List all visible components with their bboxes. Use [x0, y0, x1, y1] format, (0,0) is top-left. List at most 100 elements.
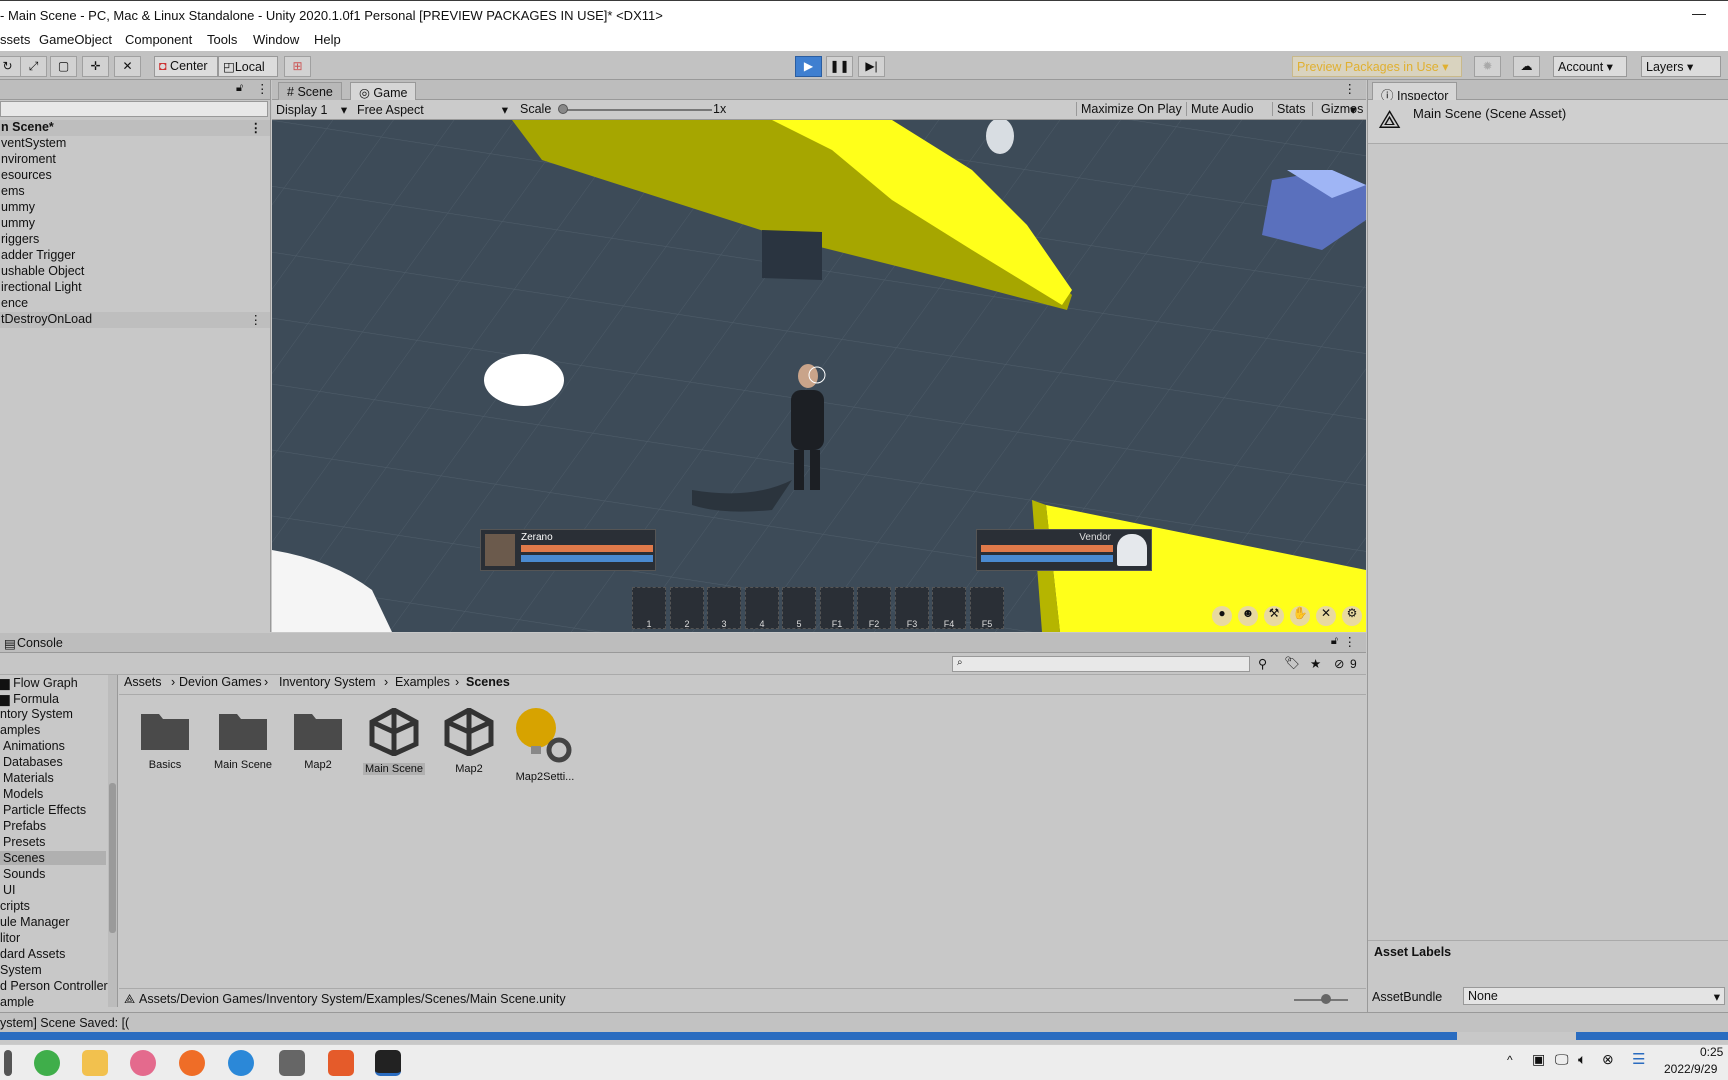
project-search-input[interactable]: ⌕ [952, 656, 1250, 672]
preview-packages-dropdown[interactable]: Preview Packages in Use ▾ [1292, 56, 1462, 77]
skills-icon[interactable]: ✋ [1290, 606, 1310, 626]
pause-button[interactable]: ❚❚ [826, 56, 853, 77]
filter-by-type-icon[interactable]: ⚲ [1258, 656, 1267, 671]
status-message[interactable]: ystem] Scene Saved: [( [0, 1016, 129, 1030]
action-slot[interactable]: F1 [820, 587, 854, 629]
hierarchy-item[interactable]: ummy [0, 200, 270, 216]
hierarchy-item[interactable]: ems [0, 184, 270, 200]
maximize-on-play-toggle[interactable]: Maximize On Play [1076, 102, 1182, 116]
asset-item[interactable]: Map2 [282, 708, 354, 771]
tab-game[interactable]: ◎ Game [350, 82, 417, 101]
tree-item[interactable]: ▆ Flow Graph [0, 675, 78, 690]
network-icon[interactable]: 🖵︎ [1555, 1051, 1569, 1068]
start-icon[interactable] [4, 1050, 12, 1076]
tree-item[interactable]: cripts [0, 899, 30, 913]
step-button[interactable]: ▶| [858, 56, 885, 77]
stats-toggle[interactable]: Stats [1272, 102, 1306, 116]
hierarchy-item[interactable]: irectional Light [0, 280, 270, 296]
scale-tool-icon[interactable]: ⤢ [20, 56, 47, 77]
hierarchy-dontdestroy-row[interactable]: tDestroyOnLoad ⋮ [0, 312, 270, 328]
hierarchy-item[interactable]: ushable Object [0, 264, 270, 280]
breadcrumb-item[interactable]: Assets [124, 675, 162, 689]
action-slot[interactable]: F4 [932, 587, 966, 629]
tree-item[interactable]: Models [0, 787, 43, 801]
clock-time[interactable]: 0:25 [1700, 1045, 1723, 1059]
action-slot[interactable]: F3 [895, 587, 929, 629]
action-slot[interactable]: 4 [745, 587, 779, 629]
favorites-star-icon[interactable]: ★ [1310, 656, 1321, 671]
presentation-icon[interactable] [328, 1050, 354, 1076]
close-icon[interactable]: ✕ [1316, 606, 1336, 626]
action-slot[interactable]: 2 [670, 587, 704, 629]
filter-by-label-icon[interactable]: 🏷︎ [1284, 656, 1300, 671]
hierarchy-item[interactable]: adder Trigger [0, 248, 270, 264]
tree-item[interactable]: ▆ Formula [0, 691, 59, 706]
tray-chevron-icon[interactable]: ^ [1507, 1053, 1513, 1067]
menu-gameobject[interactable]: GameObject [39, 32, 112, 47]
tree-item[interactable]: Prefabs [0, 819, 46, 833]
custom-tool-icon[interactable]: ✕ [114, 56, 141, 77]
file-explorer-icon[interactable] [82, 1050, 108, 1076]
asset-item-selected[interactable]: Main Scene [358, 707, 430, 775]
unity-editor-icon[interactable] [375, 1050, 401, 1076]
unity-hub-icon[interactable] [279, 1050, 305, 1076]
hidden-packages-icon[interactable]: ⊘ [1334, 656, 1344, 671]
tree-item[interactable]: Presets [0, 835, 45, 849]
bottom-lock-icon[interactable]: 🔓︎ [1331, 635, 1338, 648]
rect-tool-icon[interactable]: ▢ [50, 56, 77, 77]
mute-audio-toggle[interactable]: Mute Audio [1186, 102, 1254, 116]
tree-item[interactable]: ample [0, 995, 34, 1007]
action-slot[interactable]: 1 [632, 587, 666, 629]
pivot-local-button[interactable]: ◰Local [218, 56, 278, 77]
icon-size-slider-thumb[interactable] [1321, 994, 1331, 1004]
layers-dropdown[interactable]: Layers ▾ [1641, 56, 1721, 77]
app-icon[interactable] [130, 1050, 156, 1076]
crafting-hammer-icon[interactable]: ⚒ [1264, 606, 1284, 626]
k-app-icon[interactable] [228, 1050, 254, 1076]
tree-item[interactable]: amples [0, 723, 40, 737]
tree-item[interactable]: Particle Effects [0, 803, 86, 817]
tree-item[interactable]: Databases [0, 755, 63, 769]
hierarchy-item[interactable]: riggers [0, 232, 270, 248]
tree-item[interactable]: Animations [0, 739, 65, 753]
pivot-center-button[interactable]: ◘ Center [154, 56, 218, 77]
action-slot[interactable]: F5 [970, 587, 1004, 629]
account-dropdown[interactable]: Account ▾ [1553, 56, 1627, 77]
menu-help[interactable]: Help [314, 32, 341, 47]
menu-component[interactable]: Component [125, 32, 192, 47]
hierarchy-scene-row[interactable]: n Scene* ⋮ [0, 120, 270, 136]
tree-item-selected[interactable]: Scenes [0, 851, 106, 865]
tree-item[interactable]: ule Manager [0, 915, 70, 929]
inventory-bag-icon[interactable]: ● [1212, 606, 1232, 626]
hierarchy-item[interactable]: ence [0, 296, 270, 312]
rotate-tool-icon[interactable]: ↻ [0, 56, 21, 77]
scale-slider[interactable] [562, 109, 712, 111]
action-slot[interactable]: 5 [782, 587, 816, 629]
row-menu-icon[interactable]: ⋮ [250, 312, 263, 327]
display-dropdown[interactable]: Display 1 ▾ [276, 102, 347, 117]
tree-item[interactable]: Materials [0, 771, 54, 785]
tree-item[interactable]: d Person Controller [0, 979, 108, 993]
settings-gear-icon[interactable]: ⚙ [1342, 606, 1362, 626]
menu-assets[interactable]: ssets [0, 32, 30, 47]
action-slot[interactable]: F2 [857, 587, 891, 629]
action-slot[interactable]: 3 [707, 587, 741, 629]
hierarchy-search-input[interactable] [0, 101, 268, 117]
asset-item[interactable]: Basics [129, 708, 201, 771]
tray-app-icon[interactable]: ▣ [1532, 1051, 1545, 1068]
breadcrumb-item[interactable]: Inventory System [279, 675, 376, 689]
close-circle-icon[interactable]: ⊗ [1602, 1051, 1614, 1068]
breadcrumb-item[interactable]: Devion Games [179, 675, 262, 689]
volume-icon[interactable]: 🔈︎ [1578, 1051, 1586, 1068]
hierarchy-item[interactable]: esources [0, 168, 270, 184]
menu-window[interactable]: Window [253, 32, 299, 47]
firefox-icon[interactable] [179, 1050, 205, 1076]
tree-item[interactable]: dard Assets [0, 947, 65, 961]
clock-date[interactable]: 2022/9/29 [1664, 1062, 1717, 1076]
tree-item[interactable]: UI [0, 883, 16, 897]
play-button[interactable]: ▶ [795, 56, 822, 77]
tree-scrollbar-thumb[interactable] [109, 783, 116, 933]
view-menu-icon[interactable]: ⋮ [1344, 81, 1357, 96]
hierarchy-item[interactable]: ummy [0, 216, 270, 232]
hierarchy-item[interactable]: ventSystem [0, 136, 270, 152]
